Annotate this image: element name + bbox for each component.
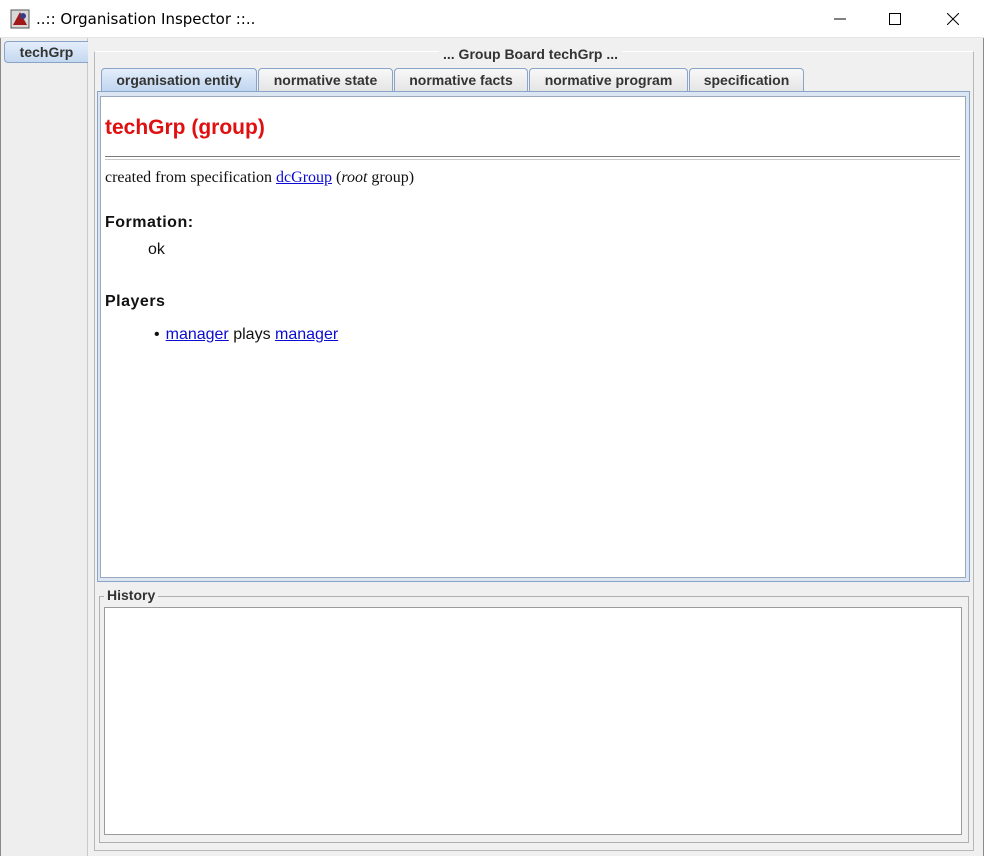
formation-heading: Formation: — [105, 214, 194, 231]
tab-label: normative state — [273, 72, 378, 88]
group-board-title: ... Group Board techGrp ... — [439, 46, 623, 62]
tab-normative-state[interactable]: normative state — [258, 68, 393, 92]
role-link-manager[interactable]: manager — [275, 326, 338, 343]
player-list-item: • manager plays manager — [154, 326, 338, 344]
entity-title: techGrp (group) — [105, 116, 265, 139]
bullet: • — [154, 326, 160, 343]
window-title-bar: ..:: Organisation Inspector ::.. — [0, 0, 984, 38]
agent-link-manager[interactable]: manager — [166, 326, 229, 343]
minimize-icon — [834, 18, 846, 20]
spec-link-dcgroup[interactable]: dcGroup — [276, 169, 332, 186]
tab-label: normative facts — [409, 72, 513, 88]
tab-specification[interactable]: specification — [689, 68, 804, 92]
history-text-area[interactable] — [104, 607, 962, 835]
created-from-line: created from specification dcGroup (root… — [105, 169, 414, 187]
created-prefix: created from specification — [105, 169, 273, 186]
root-word: root — [341, 169, 368, 186]
tab-normative-program[interactable]: normative program — [529, 68, 688, 92]
group-word: group) — [371, 169, 415, 186]
maximize-icon — [889, 13, 901, 25]
tab-label: normative program — [544, 72, 673, 88]
history-title: History — [104, 587, 159, 603]
maximize-button[interactable] — [866, 0, 924, 38]
players-heading: Players — [105, 293, 166, 310]
tab-normative-facts[interactable]: normative facts — [394, 68, 528, 92]
close-button[interactable] — [924, 0, 982, 38]
close-icon — [947, 13, 959, 25]
tab-label: organisation entity — [116, 72, 242, 88]
app-icon — [10, 9, 30, 29]
formation-status: ok — [148, 241, 165, 258]
minimize-button[interactable] — [811, 0, 869, 38]
side-tab-label: techGrp — [19, 44, 74, 60]
horizontal-rule — [105, 156, 960, 160]
window-title: ..:: Organisation Inspector ::.. — [36, 10, 256, 28]
plays-text: plays — [233, 326, 271, 343]
tab-organisation-entity[interactable]: organisation entity — [101, 68, 257, 92]
group-tab-strip: techGrp — [1, 38, 88, 856]
tab-label: specification — [703, 72, 790, 88]
side-tab-techgrp[interactable]: techGrp — [4, 41, 88, 63]
